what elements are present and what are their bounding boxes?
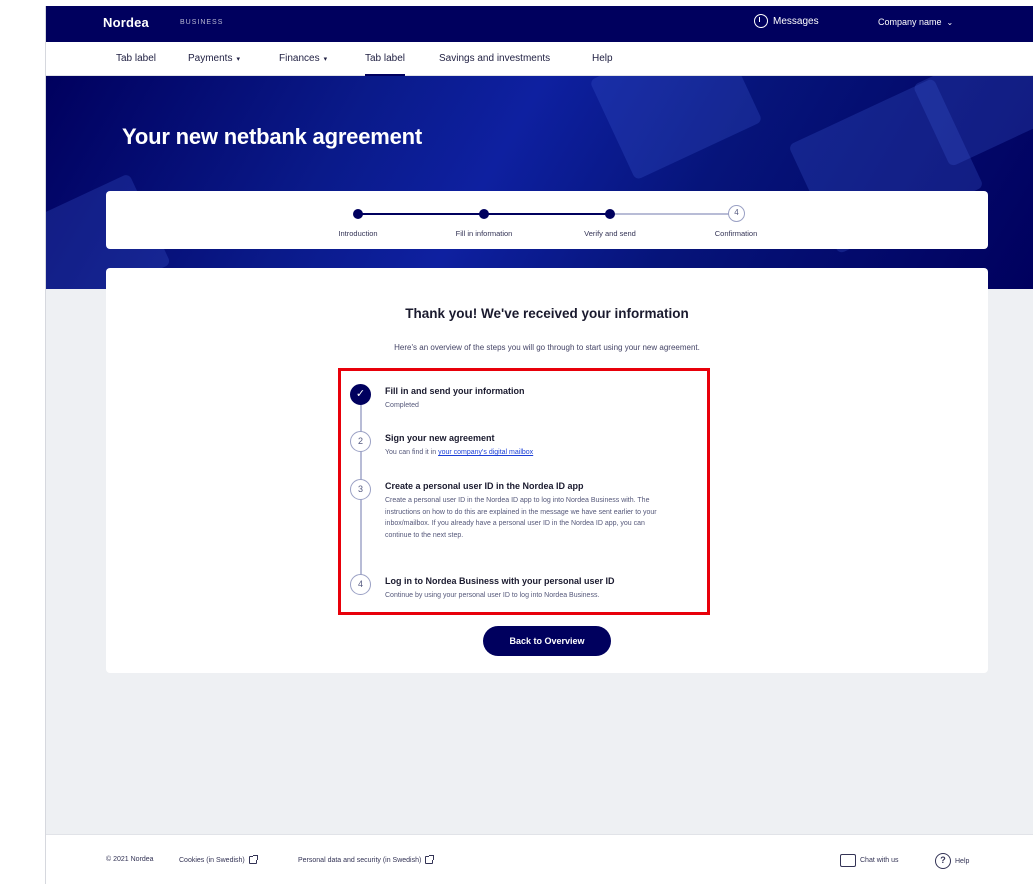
timeline-step-desc: Create a personal user ID in the Nordea … — [385, 497, 657, 539]
external-link-icon — [248, 855, 258, 864]
nav-item-label: Payments — [188, 53, 233, 64]
confirmation-title: Thank you! We've received your informati… — [405, 306, 689, 321]
company-selector[interactable]: Company name ⌄ — [878, 17, 953, 27]
hero-banner: Your new netbank agreement — [46, 76, 1033, 289]
step-label: Verify and send — [584, 229, 636, 238]
step-label: Introduction — [338, 229, 378, 238]
messages-label: Messages — [773, 15, 819, 27]
step-label: Fill in information — [455, 229, 513, 238]
cookies-link-label: Cookies (in Swedish) — [179, 856, 245, 864]
help-button[interactable]: ? Help — [935, 853, 969, 869]
step-connector — [484, 213, 610, 215]
nav-item-label: Savings and investments — [439, 53, 551, 64]
personal-data-link-label: Personal data and security (in Swedish) — [298, 856, 422, 864]
personal-data-link[interactable]: Personal data and security (in Swedish) — [298, 855, 435, 864]
nav-tab-label-active[interactable]: Tab label — [365, 53, 406, 76]
nav-savings[interactable]: Savings and investments — [439, 53, 550, 64]
logo-subtitle: BUSINESS — [180, 19, 224, 26]
nordea-logo[interactable]: Nordea — [103, 15, 149, 30]
help-icon: ? — [935, 853, 951, 869]
nav-item-label: Help — [592, 53, 613, 64]
confirmation-subtitle: Here's an overview of the steps you will… — [394, 343, 700, 352]
timeline-step-desc: You can find it in your company's digita… — [385, 447, 670, 459]
nav-finances[interactable]: Finances ▾ — [279, 53, 327, 64]
timeline-step-title: Sign your new agreement — [385, 433, 495, 443]
step-number-badge: 2 — [350, 431, 371, 452]
browser-frame: Nordea BUSINESS Messages Company name ⌄ T… — [45, 6, 1033, 884]
progress-stepper: 4 Introduction Fill in information Verif… — [106, 191, 988, 249]
confirmation-card: Thank you! We've received your informati… — [106, 268, 988, 673]
company-label: Company name — [878, 17, 942, 27]
chevron-down-icon: ▾ — [236, 55, 240, 63]
top-bar: Nordea BUSINESS Messages Company name ⌄ — [46, 6, 1033, 42]
messages-button[interactable]: Messages — [754, 14, 819, 28]
help-label: Help — [955, 857, 970, 865]
messages-icon — [754, 14, 768, 28]
chevron-down-icon: ▾ — [323, 55, 328, 63]
cookies-link[interactable]: Cookies (in Swedish) — [179, 855, 258, 864]
nav-help[interactable]: Help — [592, 53, 613, 64]
step-number-confirmation: 4 — [728, 205, 745, 222]
step-number-badge: 3 — [350, 479, 371, 500]
hero-decoration — [589, 76, 763, 181]
step-number-badge: 4 — [350, 574, 371, 595]
nav-payments[interactable]: Payments ▾ — [188, 53, 240, 64]
step-connector — [610, 213, 732, 215]
step-dot-verify — [605, 209, 615, 219]
footer: © 2021 Nordea Cookies (in Swedish) Perso… — [46, 834, 1033, 884]
back-to-overview-button[interactable]: Back to Overview — [483, 626, 611, 656]
timeline-step-title: Create a personal user ID in the Nordea … — [385, 481, 584, 491]
chat-button[interactable]: Chat with us — [840, 854, 899, 867]
page-title: Your new netbank agreement — [122, 124, 423, 149]
step-label: Confirmation — [714, 229, 758, 238]
main-nav: Tab label Payments ▾ Finances ▾ Tab label … — [46, 42, 1033, 76]
nav-item-label: Tab label — [116, 53, 157, 64]
timeline-step-title: Fill in and send your information — [385, 386, 525, 396]
chat-icon — [840, 854, 856, 867]
step-dot-introduction — [353, 209, 363, 219]
chat-label: Chat with us — [860, 857, 899, 864]
external-link-icon — [425, 855, 435, 864]
copyright-text: © 2021 Nordea — [106, 856, 154, 863]
chevron-down-icon: ⌄ — [946, 18, 954, 27]
timeline-step-title: Log in to Nordea Business with your pers… — [385, 576, 615, 586]
checkmark-icon: ✓ — [350, 384, 371, 405]
nav-item-label: Finances — [279, 53, 320, 64]
step-dot-fill-in — [479, 209, 489, 219]
nav-item-label: Tab label — [365, 53, 406, 64]
step-connector — [358, 213, 484, 215]
timeline-step-desc-text: You can find it in — [385, 449, 437, 456]
timeline-step-desc: Completed — [385, 402, 419, 409]
nav-tab-label-1[interactable]: Tab label — [116, 53, 156, 64]
digital-mailbox-link[interactable]: your company's digital mailbox — [438, 449, 533, 456]
timeline-step-desc: Continue by using your personal user ID … — [385, 592, 600, 599]
